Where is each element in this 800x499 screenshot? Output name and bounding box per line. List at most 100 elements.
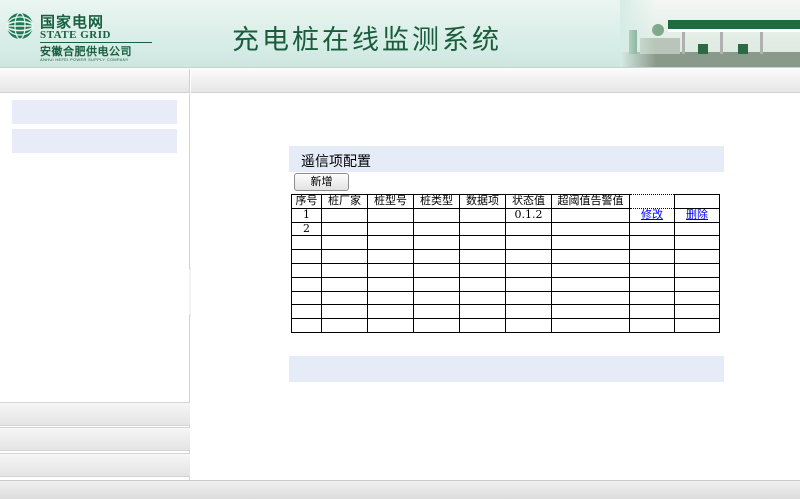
col-header-model: 桩型号 — [367, 194, 414, 209]
cell-edit — [629, 318, 675, 333]
table-row — [291, 290, 720, 306]
col-header-index: 序号 — [291, 194, 322, 209]
cell-type — [413, 304, 460, 320]
cell-edit — [629, 290, 675, 306]
section-title: 遥信项配置 — [301, 154, 371, 170]
cell-data-item — [459, 249, 506, 264]
sidebar-group-bar-2[interactable] — [0, 427, 190, 451]
main-content: 遥信项配置 新增 序号 桩厂家 桩型号 桩类型 数据项 状态值 超阈值告警值 1… — [191, 94, 800, 480]
sidebar-group-bar-1[interactable] — [0, 402, 190, 426]
cell-delete — [674, 262, 720, 278]
table-row — [291, 262, 720, 278]
cell-index: 2 — [291, 221, 322, 237]
cell-alarm-value — [551, 304, 630, 320]
cell-index — [291, 290, 322, 306]
cell-data-item — [459, 290, 506, 306]
cell-manufacturer — [321, 276, 368, 292]
cell-status-value — [505, 318, 552, 333]
cell-delete — [674, 290, 720, 306]
cell-data-item — [459, 221, 506, 237]
cell-edit — [629, 304, 675, 320]
cell-delete — [674, 235, 720, 251]
cell-model — [367, 249, 414, 264]
cell-status-value — [505, 221, 552, 237]
section-footer — [289, 356, 724, 382]
cell-manufacturer — [321, 235, 368, 251]
cell-data-item — [459, 276, 506, 292]
state-grid-globe-icon — [6, 12, 34, 40]
table-row — [291, 318, 720, 333]
cell-status-value: 0.1.2 — [505, 207, 552, 223]
cell-data-item — [459, 318, 506, 333]
logo-name-en: STATE GRID — [40, 29, 111, 41]
sidebar-menu-item-1[interactable] — [12, 100, 177, 124]
cell-index — [291, 235, 322, 251]
cell-data-item — [459, 262, 506, 278]
table-row: 2 — [291, 221, 720, 237]
cell-alarm-value — [551, 290, 630, 306]
cell-alarm-value — [551, 318, 630, 333]
cell-type — [413, 221, 460, 237]
cell-index — [291, 276, 322, 292]
cell-edit: 修改 — [629, 207, 675, 223]
table-body: 1 0.1.2 修改 删除 2 — [291, 207, 720, 333]
add-button[interactable]: 新增 — [294, 173, 349, 191]
cell-delete — [674, 318, 720, 333]
cell-data-item — [459, 304, 506, 320]
cell-status-value — [505, 276, 552, 292]
cell-edit — [629, 235, 675, 251]
config-table: 序号 桩厂家 桩型号 桩类型 数据项 状态值 超阈值告警值 1 0.1.2 修改 删除… — [291, 194, 720, 333]
section-header: 遥信项配置 — [289, 146, 724, 172]
cell-data-item — [459, 207, 506, 223]
cell-index: 1 — [291, 207, 322, 223]
delete-link[interactable]: 删除 — [686, 209, 708, 221]
cell-alarm-value — [551, 276, 630, 292]
cell-manufacturer — [321, 207, 368, 223]
cell-delete: 删除 — [674, 207, 720, 223]
col-header-delete — [674, 194, 720, 209]
cell-type — [413, 262, 460, 278]
cell-status-value — [505, 304, 552, 320]
cell-data-item — [459, 235, 506, 251]
cell-status-value — [505, 235, 552, 251]
col-header-type: 桩类型 — [413, 194, 460, 209]
cell-manufacturer — [321, 262, 368, 278]
bottom-status-bar — [0, 480, 800, 499]
cell-edit — [629, 249, 675, 264]
sidebar-menu-item-2[interactable] — [12, 129, 177, 153]
edit-link[interactable]: 修改 — [641, 209, 663, 221]
cell-type — [413, 276, 460, 292]
cell-model — [367, 262, 414, 278]
sidebar-group-bar-3[interactable] — [0, 453, 190, 477]
col-header-edit — [629, 194, 675, 209]
table-header-row: 序号 桩厂家 桩型号 桩类型 数据项 状态值 超阈值告警值 — [291, 194, 720, 209]
cell-index — [291, 262, 322, 278]
cell-manufacturer — [321, 290, 368, 306]
cell-manufacturer — [321, 304, 368, 320]
cell-status-value — [505, 290, 552, 306]
table-row — [291, 249, 720, 264]
cell-model — [367, 207, 414, 223]
col-header-manufacturer: 桩厂家 — [321, 194, 368, 209]
cell-type — [413, 235, 460, 251]
cell-edit — [629, 221, 675, 237]
content-top-bar — [191, 69, 800, 93]
cell-manufacturer — [321, 249, 368, 264]
cell-manufacturer — [321, 221, 368, 237]
state-grid-logo: 国家电网 STATE GRID 安徽合肥供电公司 ANHUI HEFEI POW… — [6, 9, 166, 62]
cell-alarm-value — [551, 249, 630, 264]
col-header-status-value: 状态值 — [505, 194, 552, 209]
table-row — [291, 276, 720, 292]
cell-alarm-value — [551, 207, 630, 223]
system-title: 充电桩在线监测系统 — [232, 25, 502, 56]
cell-edit — [629, 262, 675, 278]
cell-delete — [674, 304, 720, 320]
cell-alarm-value — [551, 235, 630, 251]
cell-type — [413, 290, 460, 306]
sidebar-top-bar — [0, 69, 190, 93]
table-row — [291, 235, 720, 251]
sidebar — [0, 94, 190, 480]
table-row: 1 0.1.2 修改 删除 — [291, 207, 720, 223]
cell-delete — [674, 249, 720, 264]
cell-status-value — [505, 249, 552, 264]
